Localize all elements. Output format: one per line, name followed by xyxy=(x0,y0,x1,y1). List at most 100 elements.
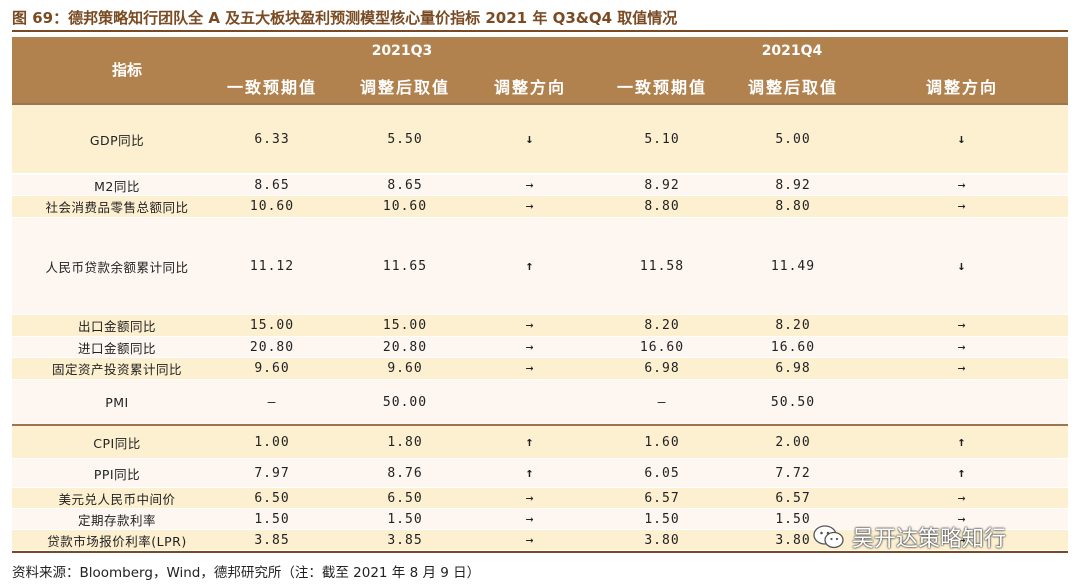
q3-consensus-value: 6.33 xyxy=(254,131,290,147)
table-row: 固定资产投资累计同比 9.60 9.60 → 6.98 6.98 → xyxy=(12,358,1068,379)
q3-adjusted-value: 6.50 xyxy=(387,490,423,506)
q4-direction-down-arrow-icon: ↓ xyxy=(957,131,967,147)
q3-adjusted-value: 8.76 xyxy=(387,465,423,481)
q3-direction-right-arrow-icon: → xyxy=(525,339,535,355)
figure-title: 图 69：德邦策略知行团队全 A 及五大板块盈利预测模型核心量价指标 2021 … xyxy=(12,9,678,27)
q4-consensus-value: 16.60 xyxy=(639,339,685,355)
q4-adjusted-value: 16.60 xyxy=(770,339,816,355)
q3-consensus-value: 7.97 xyxy=(254,465,290,481)
q3-consensus-value: 1.00 xyxy=(254,434,290,450)
table-row: 进口金额同比 20.80 20.80 → 16.60 16.60 → xyxy=(12,337,1068,357)
table-row: 美元兑人民币中间价 6.50 6.50 → 6.57 6.57 → xyxy=(12,488,1068,508)
q4-consensus-value: 8.92 xyxy=(644,177,680,193)
table-row: GDP同比 6.33 5.50 ↓ 5.10 5.00 ↓ xyxy=(12,105,1068,173)
q4-adjusted-value: 8.92 xyxy=(775,177,811,193)
source-note: 资料来源：Bloomberg，Wind，德邦研究所（注：截至 2021 年 8 … xyxy=(12,565,481,581)
q3-direction-up-arrow-icon: ↑ xyxy=(525,258,535,274)
q3-adjusted-value: 9.60 xyxy=(387,361,423,376)
q4-adjusted-value: 2.00 xyxy=(775,434,811,450)
q3-consensus-value: 20.80 xyxy=(249,339,295,355)
header-q3-adjusted: 调整后取值 xyxy=(359,78,450,97)
table-row: PPI同比 7.97 8.76 ↑ 6.05 7.72 ↑ xyxy=(12,459,1068,487)
q3-adjusted-value: 5.50 xyxy=(387,131,423,147)
table-header: 指标 2021Q3 2021Q4 一致预期值 调整后取值 调整方向 一致预期值 … xyxy=(12,37,1068,103)
q3-direction-down-arrow-icon: ↓ xyxy=(525,131,535,147)
indicator-name: 定期存款利率 xyxy=(77,512,156,528)
table-row: 人民币贷款余额累计同比 11.12 11.65 ↑ 11.58 11.49 ↓ xyxy=(12,218,1068,314)
q3-adjusted-value: 10.60 xyxy=(382,199,428,214)
indicator-name: M2同比 xyxy=(94,178,140,194)
header-q4-adjusted: 调整后取值 xyxy=(747,78,838,97)
table-row: PMI – 50.00 – 50.50 xyxy=(12,380,1068,424)
q3-consensus-value: 8.65 xyxy=(254,177,290,193)
indicator-name: 社会消费品零售总额同比 xyxy=(45,200,189,215)
indicator-name: GDP同比 xyxy=(89,132,145,148)
q3-adjusted-value: 11.65 xyxy=(382,258,428,274)
q3-consensus-value: 6.50 xyxy=(254,490,290,506)
q3-direction-right-arrow-icon: → xyxy=(525,532,535,548)
q4-adjusted-value: 6.98 xyxy=(775,361,811,376)
header-q4-direction: 调整方向 xyxy=(925,78,998,97)
q3-adjusted-value: 20.80 xyxy=(382,339,428,355)
watermark-text: 吴开达策略知行 xyxy=(852,527,1007,552)
indicator-name: 进口金额同比 xyxy=(77,340,156,356)
q4-consensus-value: 5.10 xyxy=(644,131,680,147)
header-period-q4: 2021Q4 xyxy=(761,43,823,59)
q3-adjusted-value: 1.80 xyxy=(387,434,423,450)
q3-direction-up-arrow-icon: ↑ xyxy=(525,434,535,450)
indicator-name: PMI xyxy=(105,394,129,410)
q3-adjusted-value: 8.65 xyxy=(387,177,423,193)
q4-consensus-value: – xyxy=(657,394,667,410)
table-row: 社会消费品零售总额同比 10.60 10.60 → 8.80 8.80 → xyxy=(12,196,1068,217)
q4-adjusted-value: 7.72 xyxy=(775,465,811,481)
q4-adjusted-value: 8.20 xyxy=(775,318,811,333)
q4-adjusted-value: 50.50 xyxy=(770,394,816,410)
q3-consensus-value: 9.60 xyxy=(254,361,290,376)
q4-direction-right-arrow-icon: → xyxy=(957,199,967,214)
indicator-name: PPI同比 xyxy=(93,466,141,482)
q3-adjusted-value: 15.00 xyxy=(382,318,428,333)
q4-adjusted-value: 8.80 xyxy=(775,199,811,214)
q4-adjusted-value: 5.00 xyxy=(775,131,811,147)
q3-direction-right-arrow-icon: → xyxy=(525,199,535,214)
q3-consensus-value: 10.60 xyxy=(249,199,295,214)
q4-direction-down-arrow-icon: ↓ xyxy=(957,258,967,274)
q3-adjusted-value: 3.85 xyxy=(387,532,423,548)
q3-direction-right-arrow-icon: → xyxy=(525,361,535,376)
q4-consensus-value: 1.60 xyxy=(644,434,680,450)
q4-direction xyxy=(902,380,1022,424)
q4-consensus-value: 6.57 xyxy=(644,490,680,506)
q4-direction-right-arrow-icon: → xyxy=(957,490,967,506)
q4-direction-up-arrow-icon: ↑ xyxy=(957,465,967,481)
q3-direction-right-arrow-icon: → xyxy=(525,511,535,527)
indicator-name: 美元兑人民币中间价 xyxy=(58,491,176,507)
q3-direction-right-arrow-icon: → xyxy=(525,318,535,333)
header-q4-consensus: 一致预期值 xyxy=(616,78,707,97)
q3-consensus-value: – xyxy=(267,394,277,410)
header-q3-direction: 调整方向 xyxy=(493,78,566,97)
header-q3-consensus: 一致预期值 xyxy=(226,78,317,97)
table-row: M2同比 8.65 8.65 → 8.92 8.92 → xyxy=(12,175,1068,195)
q3-direction xyxy=(474,380,586,424)
q4-consensus-value: 3.80 xyxy=(644,532,680,548)
q4-direction-right-arrow-icon: → xyxy=(957,361,967,376)
q4-direction-right-arrow-icon: → xyxy=(957,318,967,333)
q3-direction-up-arrow-icon: ↑ xyxy=(525,465,535,481)
q4-consensus-value: 8.80 xyxy=(644,199,680,214)
table-row: CPI同比 1.00 1.80 ↑ 1.60 2.00 ↑ xyxy=(12,426,1068,458)
indicator-name: CPI同比 xyxy=(93,435,141,451)
wechat-icon xyxy=(812,523,846,551)
q3-consensus-value: 15.00 xyxy=(249,318,295,333)
indicator-name: 贷款市场报价利率(LPR) xyxy=(47,533,187,549)
q3-consensus-value: 3.85 xyxy=(254,532,290,548)
indicator-name: 固定资产投资累计同比 xyxy=(51,362,182,377)
q3-consensus-value: 1.50 xyxy=(254,511,290,527)
q3-adjusted-value: 1.50 xyxy=(387,511,423,527)
q4-direction-right-arrow-icon: → xyxy=(957,177,967,193)
q4-direction-right-arrow-icon: → xyxy=(957,339,967,355)
header-period-q3: 2021Q3 xyxy=(371,43,433,59)
q3-direction-right-arrow-icon: → xyxy=(525,490,535,506)
table-row: 出口金额同比 15.00 15.00 → 8.20 8.20 → xyxy=(12,315,1068,336)
q4-consensus-value: 8.20 xyxy=(644,318,680,333)
q3-adjusted-value: 50.00 xyxy=(382,394,428,410)
